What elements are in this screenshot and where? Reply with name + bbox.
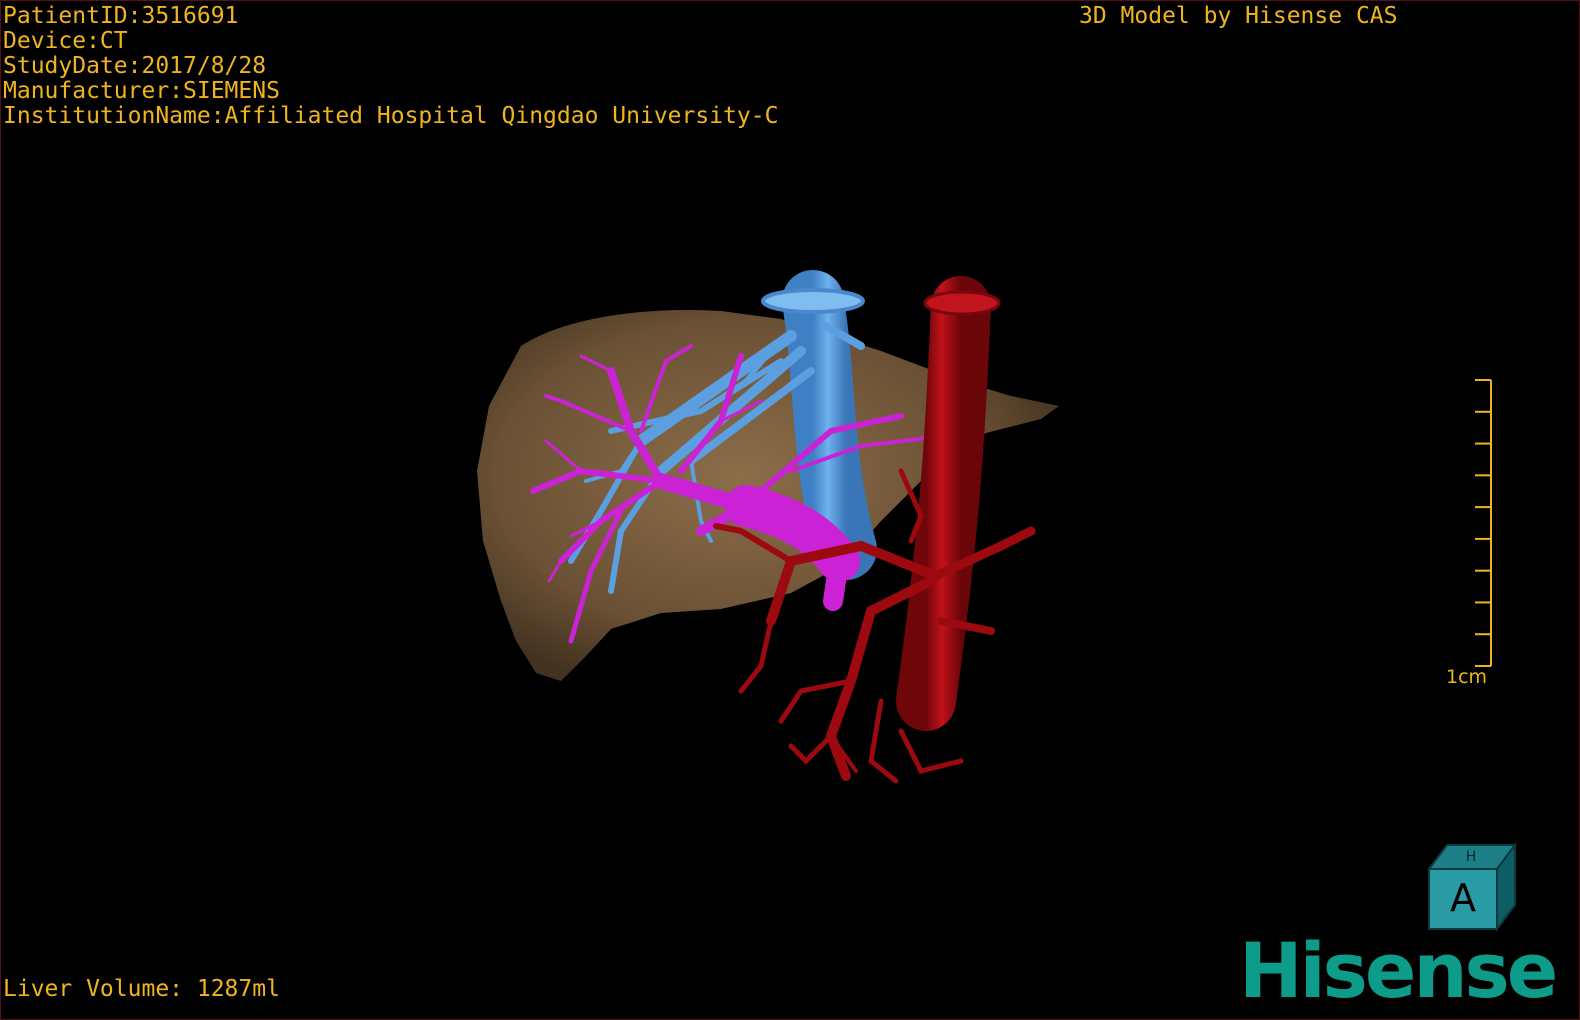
hisense-logo: Hisense [1239,926,1558,1015]
patient-info-panel: PatientID:3516691 Device:CT StudyDate:20… [3,4,778,129]
manufacturer-text: Manufacturer:SIEMENS [3,78,280,104]
scale-label: 1cm [1446,666,1488,688]
patient-id-text: PatientID:3516691 [3,3,239,29]
device-text: Device:CT [3,28,128,54]
liver-3d-model[interactable] [1,1,1579,1019]
cube-top-label: H [1466,849,1477,865]
institution-text: InstitutionName:Affiliated Hospital Qing… [3,103,779,129]
model-credit-text: 3D Model by Hisense CAS [1079,3,1398,29]
orientation-cube-icon[interactable]: A H [1423,841,1523,933]
scale-bar [1475,379,1492,667]
3d-viewport[interactable]: PatientID:3516691 Device:CT StudyDate:20… [0,0,1580,1020]
liver-volume-text: Liver Volume: 1287ml [3,976,280,1002]
cube-front-label: A [1450,876,1476,920]
study-date-text: StudyDate:2017/8/28 [3,53,267,79]
